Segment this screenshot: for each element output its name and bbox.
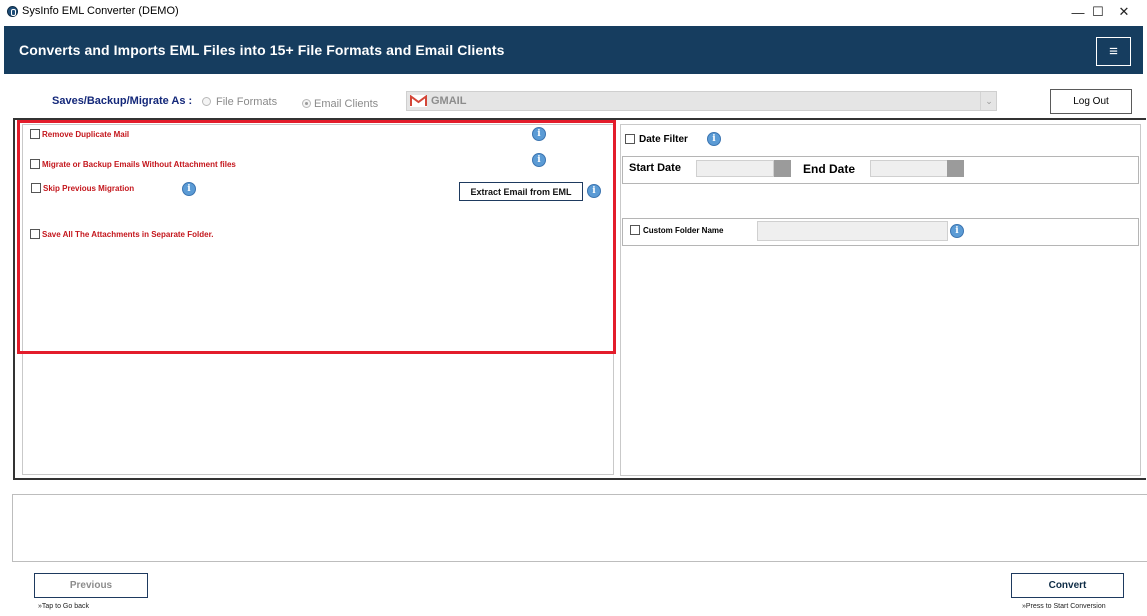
end-date-input[interactable] — [870, 160, 948, 177]
title-bar: SysInfo EML Converter (DEMO) — ☐ ✕ — [0, 0, 1147, 24]
save-attachments-label[interactable]: Save All The Attachments in Separate Fol… — [42, 230, 213, 239]
custom-folder-checkbox[interactable] — [630, 225, 640, 235]
header-title: Converts and Imports EML Files into 15+ … — [19, 42, 505, 58]
info-icon[interactable]: i — [707, 132, 721, 146]
custom-folder-input[interactable] — [757, 221, 948, 241]
email-client-select[interactable]: GMAIL ⌄ — [406, 91, 997, 111]
previous-button[interactable]: Previous — [34, 573, 148, 598]
close-button[interactable]: ✕ — [1104, 0, 1144, 24]
date-filter-checkbox[interactable] — [625, 134, 635, 144]
calendar-picker-icon[interactable] — [774, 160, 791, 177]
file-formats-radio[interactable] — [202, 97, 211, 106]
save-as-label: Saves/Backup/Migrate As : — [52, 95, 193, 107]
menu-button[interactable]: ≡ — [1096, 37, 1131, 66]
logout-button[interactable]: Log Out — [1050, 89, 1132, 114]
start-date-label: Start Date — [629, 162, 681, 174]
date-filter-label[interactable]: Date Filter — [639, 134, 688, 145]
email-clients-radio[interactable] — [302, 99, 311, 108]
without-attachment-checkbox[interactable] — [30, 159, 40, 169]
end-date-label: End Date — [803, 162, 856, 176]
gmail-icon — [410, 95, 427, 107]
app-icon — [7, 6, 18, 17]
file-formats-label[interactable]: File Formats — [216, 96, 277, 108]
info-icon[interactable]: i — [587, 184, 601, 198]
convert-hint: »Press to Start Conversion — [1022, 603, 1106, 610]
skip-previous-checkbox[interactable] — [31, 183, 41, 193]
remove-duplicate-label[interactable]: Remove Duplicate Mail — [42, 130, 129, 139]
start-date-input[interactable] — [696, 160, 774, 177]
email-clients-label[interactable]: Email Clients — [314, 98, 378, 110]
save-attachments-checkbox[interactable] — [30, 229, 40, 239]
info-icon[interactable]: i — [950, 224, 964, 238]
info-icon[interactable]: i — [532, 127, 546, 141]
without-attachment-label[interactable]: Migrate or Backup Emails Without Attachm… — [42, 160, 236, 169]
chevron-down-icon[interactable]: ⌄ — [980, 92, 997, 110]
extract-email-button[interactable]: Extract Email from EML — [459, 182, 583, 201]
previous-hint: »Tap to Go back — [38, 603, 89, 610]
custom-folder-label[interactable]: Custom Folder Name — [643, 226, 723, 235]
selected-client-value: GMAIL — [431, 95, 467, 107]
skip-previous-label[interactable]: Skip Previous Migration — [43, 184, 134, 193]
window-title: SysInfo EML Converter (DEMO) — [22, 5, 179, 17]
info-icon[interactable]: i — [532, 153, 546, 167]
calendar-picker-icon[interactable] — [947, 160, 964, 177]
app-header: Converts and Imports EML Files into 15+ … — [4, 26, 1143, 74]
log-area — [12, 494, 1147, 562]
info-icon[interactable]: i — [182, 182, 196, 196]
convert-button[interactable]: Convert — [1011, 573, 1124, 598]
remove-duplicate-checkbox[interactable] — [30, 129, 40, 139]
hamburger-menu-icon: ≡ — [1109, 43, 1118, 60]
